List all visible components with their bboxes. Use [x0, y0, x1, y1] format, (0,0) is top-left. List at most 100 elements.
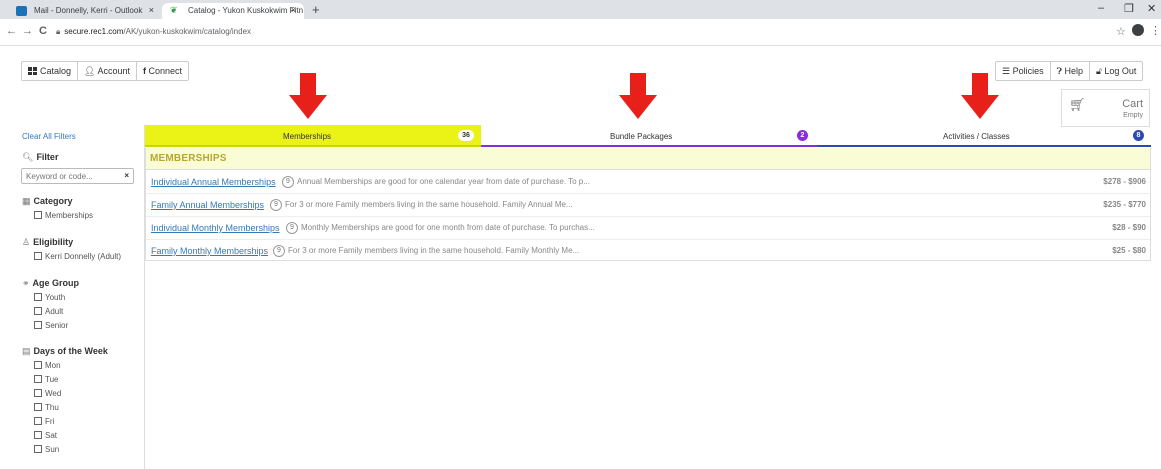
- count-badge: 9: [270, 199, 282, 211]
- search-icon: 🔍︎: [22, 152, 34, 162]
- cart-icon: 🛒︎: [1069, 97, 1086, 112]
- checkbox[interactable]: [34, 375, 42, 383]
- checkbox-label: Sat: [45, 431, 58, 440]
- count-badge: 9: [273, 245, 285, 257]
- tab-bundle-packages[interactable]: Bundle Packages 2: [481, 125, 817, 147]
- checkbox-label: Senior: [45, 321, 69, 330]
- day-checkbox-sat[interactable]: Sat: [34, 431, 57, 440]
- list-item[interactable]: Family Monthly Memberships 9 For 3 or mo…: [146, 240, 1150, 263]
- url-field[interactable]: 🔒︎ secure.rec1.com/AK/yukon-kuskokwim/cat…: [56, 27, 251, 37]
- days-heading-label: Days of the Week: [33, 346, 108, 356]
- checkbox[interactable]: [34, 307, 42, 315]
- checkbox[interactable]: [34, 403, 42, 411]
- membership-description: For 3 or more Family members living in t…: [288, 246, 580, 255]
- checkbox[interactable]: [34, 389, 42, 397]
- close-window-button[interactable]: ✕: [1147, 2, 1156, 15]
- eligibility-heading: ♙ Eligibility: [22, 237, 73, 248]
- account-button[interactable]: 👤︎ Account: [78, 62, 137, 80]
- tab-label: Memberships: [283, 132, 332, 141]
- keyword-input[interactable]: [26, 171, 116, 182]
- red-arrow-icon: [289, 73, 327, 119]
- outlook-icon: [16, 6, 27, 16]
- browser-tab-title: Catalog - Yukon Kuskokwim Fitn: [188, 6, 304, 15]
- browser-tab-mail[interactable]: Mail - Donnelly, Kerri - Outlook ×: [8, 3, 162, 19]
- day-checkbox-sun[interactable]: Sun: [34, 445, 59, 454]
- logout-button[interactable]: 🔓︎ Log Out: [1090, 62, 1142, 80]
- tab-activities-classes[interactable]: Activities / Classes 8: [817, 125, 1151, 147]
- checkbox[interactable]: [34, 321, 42, 329]
- connect-button[interactable]: f Connect: [137, 62, 188, 80]
- browser-menu-icon[interactable]: ⋮: [1150, 24, 1161, 37]
- cart-status: Empty: [1123, 112, 1143, 119]
- membership-price: $235 - $770: [1103, 200, 1146, 209]
- checkbox[interactable]: [34, 431, 42, 439]
- utility-nav-group: ☰ Policies ❓︎ Help 🔓︎ Log Out: [995, 61, 1144, 81]
- people-icon: ⚭: [22, 278, 30, 288]
- browser-tab-strip: Mail - Donnelly, Kerri - Outlook × ❦ Cat…: [0, 0, 1161, 19]
- red-arrow-icon: [961, 73, 999, 119]
- keyword-search-field[interactable]: ×: [21, 168, 134, 184]
- age-checkbox-adult[interactable]: Adult: [34, 307, 63, 316]
- checkbox[interactable]: [34, 211, 42, 219]
- clear-keyword-icon[interactable]: ×: [124, 171, 129, 180]
- connect-label: Connect: [148, 66, 183, 76]
- bookmark-star-icon[interactable]: ☆: [1116, 25, 1126, 38]
- category-checkbox-memberships[interactable]: Memberships: [34, 211, 93, 220]
- count-badge: 8: [1133, 130, 1144, 141]
- day-checkbox-wed[interactable]: Wed: [34, 389, 61, 398]
- day-checkbox-thu[interactable]: Thu: [34, 403, 59, 412]
- membership-link[interactable]: Family Annual Memberships: [151, 200, 264, 210]
- membership-link[interactable]: Individual Annual Memberships: [151, 177, 276, 187]
- count-badge: 36: [458, 130, 474, 141]
- membership-price: $28 - $90: [1112, 223, 1146, 232]
- cart-title: Cart: [1122, 98, 1143, 110]
- checkbox-label: Memberships: [45, 211, 94, 220]
- memberships-panel: MEMBERSHIPS Individual Annual Membership…: [145, 148, 1151, 261]
- clear-all-filters-link[interactable]: Clear All Filters: [22, 132, 76, 141]
- day-checkbox-fri[interactable]: Fri: [34, 417, 54, 426]
- membership-link[interactable]: Individual Monthly Memberships: [151, 223, 280, 233]
- minimize-button[interactable]: –: [1098, 2, 1104, 14]
- day-checkbox-tue[interactable]: Tue: [34, 375, 59, 384]
- close-tab-icon[interactable]: ×: [149, 5, 154, 15]
- catalog-button[interactable]: Catalog: [22, 62, 79, 80]
- count-badge: 9: [286, 222, 298, 234]
- membership-price: $25 - $80: [1112, 246, 1146, 255]
- age-group-heading: ⚭ Age Group: [22, 278, 79, 289]
- reload-icon[interactable]: C: [39, 25, 47, 37]
- checkbox[interactable]: [34, 252, 42, 260]
- new-tab-button[interactable]: +: [312, 2, 320, 17]
- user-icon: 👤︎: [84, 66, 98, 76]
- age-checkbox-senior[interactable]: Senior: [34, 321, 68, 330]
- checkbox[interactable]: [34, 293, 42, 301]
- checkbox-label: Mon: [45, 361, 61, 370]
- checkbox[interactable]: [34, 417, 42, 425]
- count-badge: 2: [797, 130, 808, 141]
- tab-label: Bundle Packages: [610, 132, 673, 141]
- tab-label: Activities / Classes: [943, 132, 1010, 141]
- day-checkbox-mon[interactable]: Mon: [34, 361, 61, 370]
- checkbox-label: Wed: [45, 389, 62, 398]
- tab-memberships[interactable]: Memberships 36: [145, 125, 481, 147]
- address-bar: ← → C 🔒︎ secure.rec1.com/AK/yukon-kuskokw…: [0, 19, 1161, 46]
- restore-button[interactable]: ❐: [1124, 2, 1134, 15]
- days-heading: ▤ Days of the Week: [22, 346, 108, 357]
- account-label: Account: [97, 66, 130, 76]
- list-item[interactable]: Family Annual Memberships 9 For 3 or mor…: [146, 194, 1150, 217]
- eligibility-checkbox[interactable]: Kerri Donnelly (Adult): [34, 252, 121, 261]
- checkbox-label: Sun: [45, 445, 60, 454]
- browser-tab-catalog[interactable]: ❦ Catalog - Yukon Kuskokwim Fitn ×: [162, 3, 304, 19]
- checkbox[interactable]: [34, 361, 42, 369]
- back-icon[interactable]: ←: [6, 25, 17, 37]
- list-item[interactable]: Individual Annual Memberships 9 Annual M…: [146, 171, 1150, 194]
- membership-link[interactable]: Family Monthly Memberships: [151, 246, 268, 256]
- forward-icon[interactable]: →: [22, 25, 33, 37]
- checkbox[interactable]: [34, 445, 42, 453]
- list-item[interactable]: Individual Monthly Memberships 9 Monthly…: [146, 217, 1150, 240]
- profile-icon[interactable]: [1132, 24, 1144, 36]
- close-tab-icon[interactable]: ×: [291, 5, 296, 15]
- help-button[interactable]: ❓︎ Help: [1051, 62, 1091, 80]
- policies-button[interactable]: ☰ Policies: [996, 62, 1051, 80]
- cart-button[interactable]: 🛒︎ Cart Empty: [1061, 89, 1150, 127]
- age-checkbox-youth[interactable]: Youth: [34, 293, 65, 302]
